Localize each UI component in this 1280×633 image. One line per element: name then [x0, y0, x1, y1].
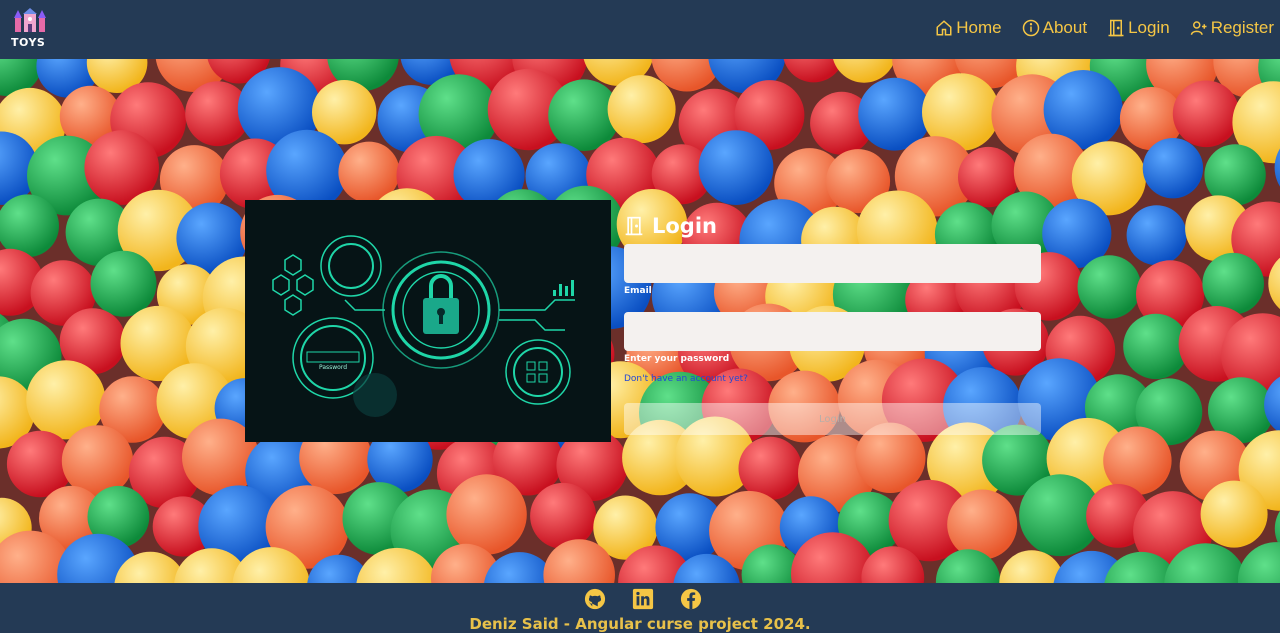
ball — [530, 482, 597, 549]
facebook-icon[interactable] — [680, 588, 702, 610]
email-label: Email — [624, 286, 652, 296]
security-illustration: Password — [245, 200, 611, 442]
padlock-illustration: Password — [245, 200, 611, 442]
svg-text:Password: Password — [319, 364, 347, 371]
nav-about[interactable]: About — [1022, 18, 1087, 38]
nav-home-label: Home — [956, 18, 1002, 37]
login-heading: Login — [624, 212, 1042, 240]
nav-about-label: About — [1042, 18, 1088, 37]
ball — [61, 425, 134, 497]
info-icon — [1022, 19, 1039, 37]
linkedin-icon[interactable] — [632, 588, 654, 610]
register-link[interactable]: Don't have an account yet? — [624, 374, 748, 384]
castle-logo-icon — [14, 8, 46, 32]
door-icon — [1108, 19, 1124, 37]
ball — [698, 130, 774, 205]
main-nav: Home About Login Register — [935, 18, 1274, 38]
nav-register[interactable]: Register — [1190, 18, 1274, 38]
password-input[interactable] — [624, 312, 1041, 351]
ball — [1202, 252, 1264, 315]
ball — [607, 75, 676, 144]
social-links — [584, 588, 702, 610]
nav-home[interactable]: Home — [935, 18, 1002, 38]
email-input[interactable] — [624, 244, 1041, 283]
logo-text: TOYS — [11, 36, 46, 49]
ball — [90, 250, 157, 317]
login-form: Login Email Enter your password Don't ha… — [624, 212, 1042, 435]
ball — [738, 436, 802, 501]
nav-login[interactable]: Login — [1107, 18, 1170, 38]
login-submit-button[interactable]: Login — [624, 403, 1041, 435]
ball — [446, 474, 527, 555]
password-label: Enter your password — [624, 354, 730, 364]
ball — [1200, 480, 1268, 548]
door-icon — [625, 216, 643, 236]
ball — [1142, 138, 1204, 199]
user-plus-icon — [1190, 21, 1207, 35]
ball — [1077, 255, 1142, 319]
footer-credit: Deniz Said - Angular curse project 2024. — [469, 615, 811, 633]
ball — [1126, 205, 1187, 266]
home-icon — [936, 20, 952, 36]
ball — [947, 489, 1018, 560]
ball — [1172, 80, 1240, 148]
ball — [1237, 542, 1280, 583]
toys-logo[interactable]: TOYS — [9, 6, 49, 52]
github-icon[interactable] — [584, 588, 606, 610]
login-title: Login — [652, 214, 717, 238]
nav-register-label: Register — [1210, 18, 1274, 37]
footer: Deniz Said - Angular curse project 2024. — [0, 583, 1280, 633]
top-navbar: TOYS Home About Login Register — [0, 0, 1280, 59]
nav-login-label: Login — [1128, 18, 1170, 37]
